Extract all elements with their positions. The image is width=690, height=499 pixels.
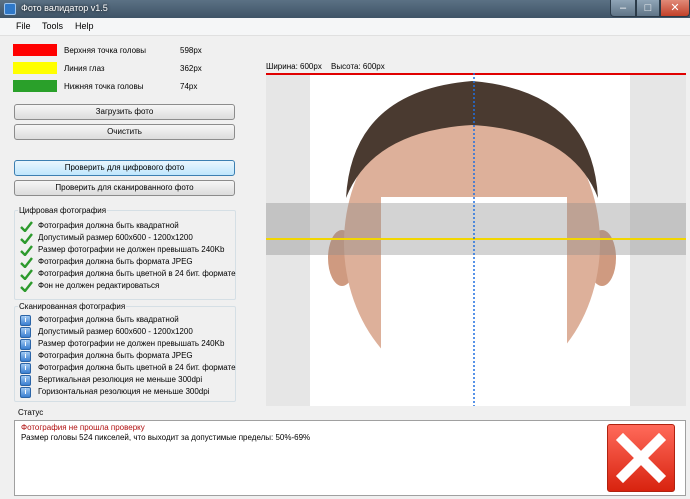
legend-swatch-top [13,44,57,56]
green-check-icon [20,281,33,292]
menu-tools[interactable]: Tools [42,21,63,31]
green-check-icon [20,269,33,280]
app-icon [4,3,16,15]
image-height-label: Высота: 600px [331,62,385,71]
clear-button[interactable]: Очистить [14,124,235,140]
title-bar: Фото валидатор v1.5 – □ ✕ [0,0,690,18]
legend-value-eyes: 362px [180,64,202,73]
info-icon: i [20,327,31,338]
info-icon: i [20,363,31,374]
info-icon: i [20,375,31,386]
legend-value-bottom: 74px [180,82,198,91]
info-icon: i [20,387,31,398]
image-width-label: Ширина: 600px [266,62,322,71]
green-check-icon [20,245,33,256]
green-check-icon [20,233,33,244]
legend-swatch-eyes [13,62,57,74]
eye-zone-band [266,203,686,255]
info-icon: i [20,351,31,362]
legend-swatch-bottom [13,80,57,92]
legend-label-bottom: Нижняя точка головы [64,82,144,91]
maximize-button[interactable]: □ [636,0,660,17]
green-check-icon [20,257,33,268]
menu-bar: File Tools Help [0,18,690,36]
status-panel: Фотография не прошла проверку Размер гол… [14,420,686,496]
photo-preview [266,73,686,406]
digital-group-title: Цифровая фотография [18,206,108,215]
status-title: Статус [18,408,44,417]
scanned-group-title: Сканированная фотография [18,302,127,311]
legend-label-top: Верхняя точка головы [64,46,147,55]
legend-label-eyes: Линия глаз [64,64,105,73]
menu-help[interactable]: Help [75,21,94,31]
minimize-button[interactable]: – [610,0,636,17]
fail-x-icon [607,424,675,492]
green-check-icon [20,221,33,232]
main-window: File Tools Help Верхняя точка головы 598… [0,18,690,499]
check-scanned-button[interactable]: Проверить для сканированного фото [14,180,235,196]
legend-value-top: 598px [180,46,202,55]
status-details: Размер головы 524 пикселей, что выходит … [21,433,311,442]
menu-file[interactable]: File [16,21,31,31]
info-icon: i [20,315,31,326]
status-message: Фотография не прошла проверку [21,423,145,432]
load-photo-button[interactable]: Загрузить фото [14,104,235,120]
check-digital-button[interactable]: Проверить для цифрового фото [14,160,235,176]
window-title: Фото валидатор v1.5 [21,3,108,13]
photo-preview-canvas [266,73,686,406]
info-icon: i [20,339,31,350]
close-button[interactable]: ✕ [660,0,690,17]
